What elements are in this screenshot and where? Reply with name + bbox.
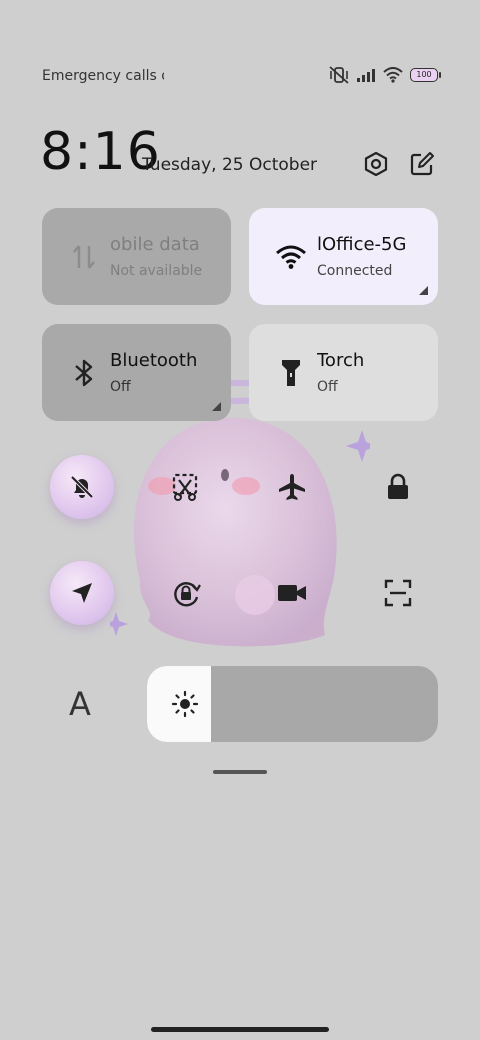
toggle-screen-record[interactable] [260,561,324,625]
font-size-button[interactable]: A [52,676,108,732]
video-camera-icon [278,585,306,601]
torch-subtitle: Off [317,379,338,395]
bluetooth-icon [68,357,100,389]
toggle-mute[interactable] [50,455,114,519]
settings-button[interactable] [360,148,392,180]
mobile-data-subtitle: Not available [110,263,203,279]
toggle-location[interactable] [50,561,114,625]
lock-icon [388,473,408,499]
toggle-airplane[interactable] [260,455,324,519]
vibrate-mute-icon [329,66,349,84]
signal-icon [357,69,375,82]
wifi-status-icon [383,67,403,83]
status-bar: Emergency calls o 100 [0,60,480,92]
battery-indicator: 100 [410,68,441,82]
ghost-decoration [110,380,370,647]
mobile-data-title: obile data [110,234,200,255]
rotation-lock-icon [174,582,201,607]
tile-bluetooth[interactable]: Bluetooth Off [42,324,231,421]
wifi-title: lOffice-5G [317,234,407,255]
status-text: Emergency calls o [42,68,164,84]
date: Tuesday, 25 October [142,155,318,175]
scan-icon [384,579,412,607]
font-size-label: A [69,685,91,723]
location-icon [72,583,92,603]
edit-icon [410,152,434,176]
tile-torch[interactable]: Torch Off [249,324,438,421]
screenshot-cut-icon [172,473,198,501]
home-indicator[interactable] [151,1027,329,1032]
brightness-slider[interactable] [147,666,438,742]
torch-icon [275,357,307,389]
toggle-rotation-lock[interactable] [154,561,218,625]
bluetooth-expand-corner[interactable] [212,402,221,411]
wifi-icon [275,241,307,273]
wifi-subtitle: Connected [317,263,393,279]
mute-bell-icon [70,475,94,499]
panel-drag-handle[interactable] [213,770,267,774]
toggle-screenshot[interactable] [154,455,218,519]
tile-mobile-data[interactable]: obile data Not available [42,208,231,305]
edit-button[interactable] [406,148,438,180]
bluetooth-subtitle: Off [110,379,131,395]
bluetooth-title: Bluetooth [110,350,198,371]
wifi-expand-corner[interactable] [419,286,428,295]
toggle-scanner[interactable] [366,561,430,625]
airplane-icon [279,474,305,500]
sun-icon [171,690,199,718]
torch-title: Torch [317,350,365,371]
settings-icon [364,151,388,177]
tile-wifi[interactable]: lOffice-5G Connected [249,208,438,305]
toggle-lock[interactable] [366,455,430,519]
mobile-data-icon [68,241,100,273]
status-icons: 100 [329,66,441,84]
